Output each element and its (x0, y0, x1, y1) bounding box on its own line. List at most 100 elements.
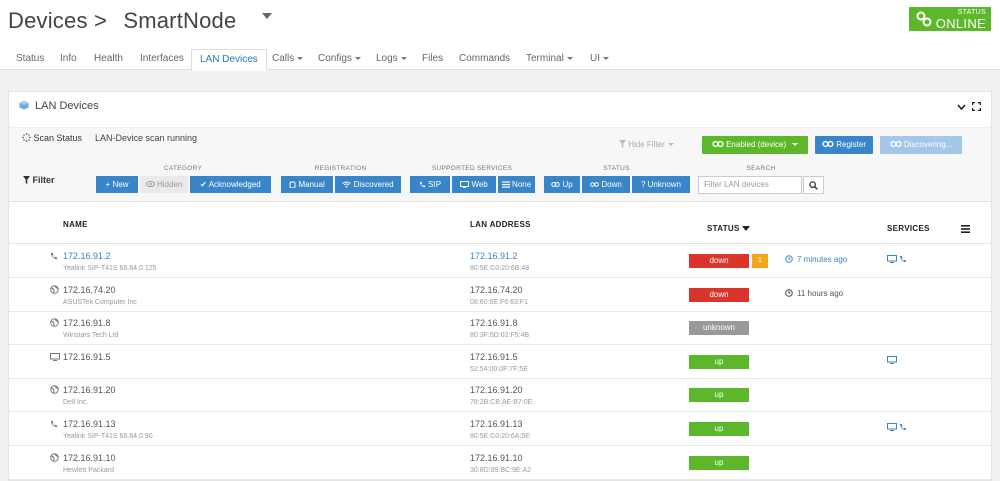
phone-icon (899, 423, 907, 431)
chevron-down-icon (354, 56, 361, 60)
filter-none-button[interactable]: None (498, 176, 535, 193)
column-lan-address[interactable]: LAN ADDRESS (470, 220, 531, 229)
mac-address: 80:3F:5D:02:F5:4B (470, 332, 530, 340)
lan-devices-panel: LAN Devices Scan Status LAN-Device scan … (8, 91, 992, 481)
tab-files[interactable]: Files (422, 46, 443, 70)
column-menu-icon[interactable] (961, 225, 970, 233)
enabled-device-button[interactable]: Enabled (device) (702, 136, 808, 154)
chevron-down-icon (603, 56, 609, 60)
device-description: Hewlett Packard (63, 466, 114, 474)
mac-address: 52:54:00:0F:7F:5E (470, 365, 528, 373)
lan-address: 172.16.91.10 (470, 452, 523, 463)
mac-address: 30:8D:99:BC:9E:A2 (470, 466, 532, 474)
services-icons[interactable] (887, 254, 907, 266)
tab-commands[interactable]: Commands (459, 46, 510, 70)
page-title: Devices > SmartNode (8, 8, 236, 34)
mac-address: 08:60:6E:F6:63:F1 (470, 298, 528, 306)
tab-status[interactable]: Status (16, 46, 44, 70)
column-services[interactable]: SERVICES (887, 224, 930, 233)
mac-address: 80:5E:C0:20:6B:48 (470, 265, 530, 272)
chevron-down-icon[interactable] (957, 103, 966, 111)
device-ip: 172.16.91.5 (63, 351, 111, 362)
hide-filter-toggle[interactable]: Hide Filter (619, 140, 674, 149)
filter-new-button[interactable]: + New (96, 176, 138, 193)
filter-up-button[interactable]: Up (544, 176, 580, 193)
link-icon (916, 11, 932, 27)
table-row[interactable]: 172.16.91.5 172.16.91.5 52:54:00:0F:7F:5E u… (9, 346, 991, 379)
last-change-time: 7 minutes ago (785, 255, 847, 264)
lan-address: 172.16.91.20 (470, 385, 523, 396)
filter-unknown-button[interactable]: ? Unknown (632, 176, 690, 193)
tab-logs[interactable]: Logs (376, 46, 407, 70)
table-row[interactable]: 172.16.91.13 Yealink SIP-T41S 66.84.0.90 1… (9, 413, 991, 446)
filter-icon (23, 176, 30, 184)
mac-address: 78:2B:CB:AE:B7:0E (470, 399, 533, 407)
services-icons[interactable] (887, 422, 907, 434)
filter-discovered-button[interactable]: Discovered (335, 176, 401, 193)
table-row[interactable]: 172.16.91.20 Dell Inc. 172.16.91.20 78:2B:C… (9, 379, 991, 413)
scan-status-bar: Scan Status LAN-Device scan running Hide… (9, 127, 991, 157)
device-name: SmartNode (123, 8, 237, 33)
breadcrumb-section[interactable]: Devices (8, 8, 88, 33)
hand-icon (289, 181, 296, 189)
clock-icon (785, 255, 793, 263)
table-row[interactable]: 172.16.91.8 Winstars Tech Ltd 172.16.91.8 8… (9, 312, 991, 346)
device-description: ASUSTek Computer Inc (63, 298, 137, 306)
expand-icon[interactable] (971, 101, 982, 112)
registration-heading: REGISTRATION (314, 165, 367, 172)
tab-calls[interactable]: Calls (272, 46, 304, 70)
chevron-down-icon (667, 143, 674, 147)
status-badge: up (689, 354, 749, 369)
discovering-button[interactable]: Discovering... (880, 136, 962, 154)
filter-hidden-button[interactable]: Hidden (140, 176, 188, 193)
tab-info[interactable]: Info (60, 46, 77, 70)
chevron-down-icon (792, 143, 799, 147)
device-description: Yealink SIP-T41S 66.84.0.90 (63, 433, 153, 440)
filter-acknowledged-button[interactable]: ✔ Acknowledged (190, 176, 271, 193)
alert-count-badge[interactable]: 1 (752, 254, 768, 268)
filter-manual-button[interactable]: Manual (281, 176, 333, 193)
register-button[interactable]: Register (815, 136, 873, 154)
globe-icon (50, 284, 59, 294)
monitor-icon (887, 355, 897, 364)
chevron-down-icon (297, 56, 304, 60)
device-ip[interactable]: 172.16.91.2 (63, 251, 111, 261)
table-row[interactable]: 172.16.91.2 Yealink SIP-T41S 66.84.0.125 1… (9, 245, 991, 278)
column-name[interactable]: NAME (63, 220, 88, 229)
status-badge: down (689, 287, 749, 302)
device-description: Yealink SIP-T41S 66.84.0.125 (63, 265, 157, 272)
tab-interfaces[interactable]: Interfaces (140, 46, 184, 70)
device-select-caret-icon[interactable] (262, 13, 272, 19)
mac-address: 80:5E:C0:20:6A:5E (470, 433, 530, 440)
tab-configs[interactable]: Configs (318, 46, 361, 70)
link-icon (822, 140, 834, 148)
scan-status-label: Scan Status (33, 133, 83, 143)
broken-link-icon (590, 182, 599, 187)
link-icon (712, 140, 724, 148)
chevron-down-icon (566, 56, 573, 60)
lan-address: 172.16.74.20 (470, 284, 523, 295)
filter-web-button[interactable]: Web (452, 176, 496, 193)
tab-lan-devices[interactable]: LAN Devices (191, 49, 267, 71)
search-button[interactable] (803, 176, 824, 194)
lan-address: 172.16.91.5 (470, 351, 518, 362)
table-row[interactable]: 172.16.91.10 Hewlett Packard 172.16.91.10 3… (9, 447, 991, 480)
panel-title: LAN Devices (19, 100, 99, 112)
tab-ui[interactable]: UI (590, 46, 609, 70)
tab-terminal[interactable]: Terminal (526, 46, 573, 70)
filter-sip-button[interactable]: SIP (410, 176, 450, 193)
status-value: ONLINE (935, 16, 986, 31)
phone-icon (419, 181, 426, 188)
filter-down-button[interactable]: Down (582, 176, 630, 193)
search-input[interactable]: Filter LAN devices (698, 176, 802, 194)
panel-controls (957, 101, 982, 114)
column-status[interactable]: STATUS (707, 224, 750, 233)
table-row[interactable]: 172.16.74.20 ASUSTek Computer Inc 172.16.7… (9, 279, 991, 312)
services-icons[interactable] (887, 355, 897, 367)
monitor-icon (887, 255, 897, 263)
top-header: Devices > SmartNode STATUS ONLINE (0, 0, 1000, 46)
status-heading: STATUS (603, 165, 630, 172)
cube-icon (19, 100, 29, 110)
lan-address[interactable]: 172.16.91.2 (470, 251, 518, 261)
tab-health[interactable]: Health (94, 46, 123, 70)
